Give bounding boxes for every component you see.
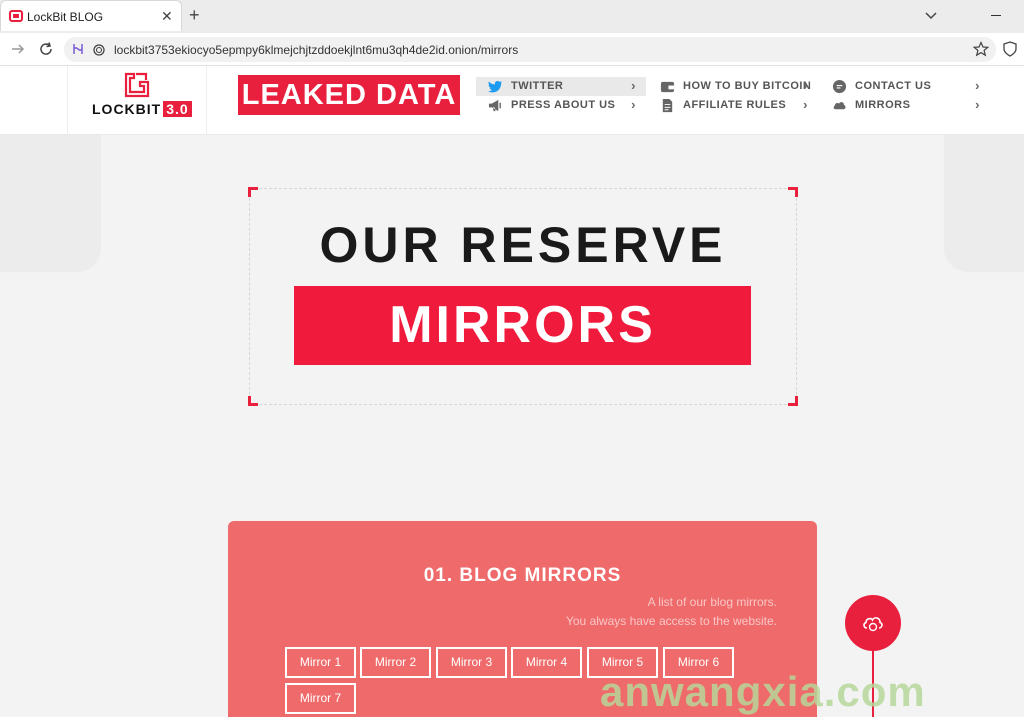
section-description: You always have access to the website. [565, 614, 777, 628]
address-bar: lockbit3753ekiocyo5epmpy6klmejchjtzddoek… [0, 33, 1024, 66]
onion-lock-icon[interactable] [93, 42, 105, 56]
chat-icon [832, 79, 847, 94]
menu-item-buy-bitcoin[interactable]: HOW TO BUY BITCOIN › [648, 77, 818, 96]
cloud-icon [833, 102, 846, 110]
frame-corner [788, 187, 798, 197]
twitter-icon [488, 80, 503, 93]
mirror-link[interactable]: Mirror 3 [436, 647, 507, 678]
cloud-sync-icon [863, 617, 883, 632]
logo-text: LOCKBIT 3.0 [92, 101, 192, 117]
menu-item-label: PRESS ABOUT US [511, 99, 616, 111]
section-description: A list of our blog mirrors. [647, 595, 777, 609]
url-field[interactable]: lockbit3753ekiocyo5epmpy6klmejchjtzddoek… [64, 37, 996, 62]
menu-item-mirrors[interactable]: MIRRORS › [820, 96, 990, 115]
url-text: lockbit3753ekiocyo5epmpy6klmejchjtzddoek… [114, 43, 519, 57]
chevron-right-icon: › [631, 78, 636, 93]
lockbit-logo-icon [124, 72, 150, 98]
frame-corner [248, 187, 258, 197]
section-title: 01. BLOG MIRRORS [423, 565, 622, 586]
minimize-button[interactable] [991, 15, 1001, 16]
page-subtitle-banner: MIRRORS [294, 286, 751, 365]
site-info-icon[interactable] [71, 42, 85, 56]
bookmark-star-icon[interactable] [973, 41, 989, 57]
watermark-text: anwangxia.com [600, 668, 926, 715]
background-panel-right [944, 135, 1024, 272]
frame-corner [788, 396, 798, 406]
menu-item-label: AFFILIATE RULES [683, 99, 787, 111]
new-tab-button[interactable]: + [189, 5, 200, 25]
page-title: OUR RESERVE [319, 217, 727, 273]
reload-icon[interactable] [38, 41, 54, 57]
wallet-icon [660, 81, 675, 93]
menu-item-label: TWITTER [511, 80, 564, 92]
chevron-right-icon: › [631, 97, 636, 112]
logo-version-badge: 3.0 [163, 101, 192, 117]
tab-title: LockBit BLOG [27, 10, 104, 24]
timeline-marker [845, 595, 901, 651]
menu-item-label: HOW TO BUY BITCOIN [683, 80, 812, 92]
mirror-link[interactable]: Mirror 2 [360, 647, 431, 678]
mirror-link[interactable]: Mirror 4 [511, 647, 582, 678]
forward-arrow-icon[interactable] [10, 41, 26, 57]
logo[interactable]: LOCKBIT 3.0 [67, 66, 207, 135]
chevron-right-icon: › [975, 97, 980, 112]
chevron-right-icon: › [803, 97, 808, 112]
menu-item-contact[interactable]: CONTACT US › [820, 77, 990, 96]
browser-tab[interactable]: LockBit BLOG ✕ [0, 0, 182, 31]
menu-item-twitter[interactable]: TWITTER › [476, 77, 646, 96]
megaphone-icon [488, 99, 501, 112]
menu-item-press[interactable]: PRESS ABOUT US › [476, 96, 646, 115]
chevron-right-icon: › [803, 78, 808, 93]
tab-list-chevron-icon[interactable] [923, 7, 939, 23]
logo-wordmark: LOCKBIT [92, 101, 162, 117]
site-header: LOCKBIT 3.0 LEAKED DATA TWITTER › PRESS A… [0, 66, 1024, 135]
chevron-right-icon: › [975, 78, 980, 93]
browser-tab-bar: LockBit BLOG ✕ + [0, 0, 1024, 33]
frame-corner [248, 396, 258, 406]
mirror-link[interactable]: Mirror 7 [285, 683, 356, 714]
leaked-data-button[interactable]: LEAKED DATA [238, 75, 460, 115]
lockbit-favicon-icon [9, 10, 23, 22]
menu-item-label: MIRRORS [855, 99, 911, 111]
menu-item-affiliate-rules[interactable]: AFFILIATE RULES › [648, 96, 818, 115]
shield-icon[interactable] [1003, 41, 1017, 57]
background-panel-left [0, 135, 101, 272]
mirror-link[interactable]: Mirror 1 [285, 647, 356, 678]
document-icon [662, 98, 673, 113]
close-tab-icon[interactable]: ✕ [161, 7, 173, 25]
menu-item-label: CONTACT US [855, 80, 932, 92]
